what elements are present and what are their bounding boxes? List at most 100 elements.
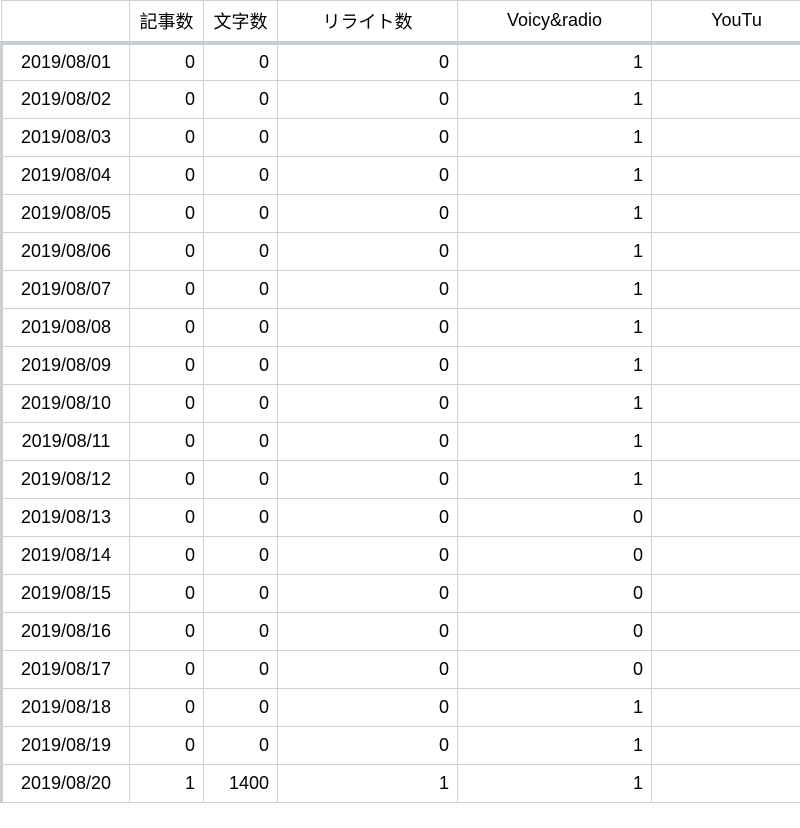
cell-date[interactable]: 2019/08/12	[2, 461, 130, 499]
cell-date[interactable]: 2019/08/14	[2, 537, 130, 575]
cell-youtube[interactable]	[652, 347, 800, 385]
cell-rewrites[interactable]: 0	[278, 119, 458, 157]
cell-date[interactable]: 2019/08/02	[2, 81, 130, 119]
cell-voicy[interactable]: 1	[458, 43, 652, 81]
cell-voicy[interactable]: 0	[458, 537, 652, 575]
cell-voicy[interactable]: 1	[458, 689, 652, 727]
cell-articles[interactable]: 0	[130, 385, 204, 423]
cell-chars[interactable]: 0	[204, 575, 278, 613]
header-date[interactable]	[2, 1, 130, 43]
cell-chars[interactable]: 0	[204, 309, 278, 347]
cell-youtube[interactable]	[652, 689, 800, 727]
cell-rewrites[interactable]: 0	[278, 613, 458, 651]
cell-voicy[interactable]: 1	[458, 81, 652, 119]
cell-voicy[interactable]: 0	[458, 651, 652, 689]
spreadsheet-table[interactable]: 記事数 文字数 リライト数 Voicy&radio YouTu 2019/08/…	[0, 0, 800, 803]
cell-rewrites[interactable]: 0	[278, 651, 458, 689]
cell-rewrites[interactable]: 0	[278, 461, 458, 499]
cell-chars[interactable]: 0	[204, 689, 278, 727]
cell-rewrites[interactable]: 0	[278, 499, 458, 537]
cell-chars[interactable]: 0	[204, 651, 278, 689]
cell-youtube[interactable]	[652, 461, 800, 499]
cell-date[interactable]: 2019/08/17	[2, 651, 130, 689]
cell-date[interactable]: 2019/08/16	[2, 613, 130, 651]
cell-youtube[interactable]	[652, 271, 800, 309]
cell-rewrites[interactable]: 0	[278, 195, 458, 233]
cell-voicy[interactable]: 1	[458, 309, 652, 347]
cell-chars[interactable]: 0	[204, 233, 278, 271]
cell-articles[interactable]: 0	[130, 81, 204, 119]
cell-articles[interactable]: 1	[130, 765, 204, 803]
cell-youtube[interactable]	[652, 309, 800, 347]
cell-date[interactable]: 2019/08/10	[2, 385, 130, 423]
cell-youtube[interactable]	[652, 765, 800, 803]
cell-voicy[interactable]: 1	[458, 347, 652, 385]
cell-voicy[interactable]: 1	[458, 423, 652, 461]
cell-articles[interactable]: 0	[130, 613, 204, 651]
cell-chars[interactable]: 0	[204, 423, 278, 461]
cell-date[interactable]: 2019/08/20	[2, 765, 130, 803]
cell-youtube[interactable]	[652, 651, 800, 689]
cell-rewrites[interactable]: 0	[278, 43, 458, 81]
cell-rewrites[interactable]: 0	[278, 423, 458, 461]
cell-youtube[interactable]	[652, 613, 800, 651]
cell-voicy[interactable]: 1	[458, 461, 652, 499]
cell-date[interactable]: 2019/08/08	[2, 309, 130, 347]
cell-date[interactable]: 2019/08/15	[2, 575, 130, 613]
cell-chars[interactable]: 0	[204, 537, 278, 575]
cell-youtube[interactable]	[652, 537, 800, 575]
cell-articles[interactable]: 0	[130, 119, 204, 157]
cell-articles[interactable]: 0	[130, 499, 204, 537]
cell-date[interactable]: 2019/08/09	[2, 347, 130, 385]
cell-youtube[interactable]	[652, 575, 800, 613]
cell-date[interactable]: 2019/08/05	[2, 195, 130, 233]
cell-chars[interactable]: 0	[204, 461, 278, 499]
cell-rewrites[interactable]: 0	[278, 537, 458, 575]
cell-chars[interactable]: 0	[204, 499, 278, 537]
cell-chars[interactable]: 0	[204, 613, 278, 651]
cell-articles[interactable]: 0	[130, 575, 204, 613]
cell-date[interactable]: 2019/08/03	[2, 119, 130, 157]
cell-rewrites[interactable]: 0	[278, 385, 458, 423]
cell-chars[interactable]: 0	[204, 119, 278, 157]
cell-youtube[interactable]	[652, 499, 800, 537]
cell-youtube[interactable]	[652, 157, 800, 195]
cell-rewrites[interactable]: 1	[278, 765, 458, 803]
cell-articles[interactable]: 0	[130, 347, 204, 385]
cell-voicy[interactable]: 1	[458, 157, 652, 195]
cell-date[interactable]: 2019/08/01	[2, 43, 130, 81]
cell-voicy[interactable]: 0	[458, 613, 652, 651]
cell-articles[interactable]: 0	[130, 423, 204, 461]
cell-rewrites[interactable]: 0	[278, 157, 458, 195]
cell-youtube[interactable]	[652, 81, 800, 119]
cell-rewrites[interactable]: 0	[278, 233, 458, 271]
cell-voicy[interactable]: 1	[458, 765, 652, 803]
cell-rewrites[interactable]: 0	[278, 309, 458, 347]
cell-articles[interactable]: 0	[130, 271, 204, 309]
cell-articles[interactable]: 0	[130, 233, 204, 271]
cell-chars[interactable]: 0	[204, 271, 278, 309]
cell-youtube[interactable]	[652, 233, 800, 271]
cell-articles[interactable]: 0	[130, 461, 204, 499]
header-voicy[interactable]: Voicy&radio	[458, 1, 652, 43]
cell-rewrites[interactable]: 0	[278, 347, 458, 385]
cell-voicy[interactable]: 1	[458, 727, 652, 765]
cell-youtube[interactable]	[652, 43, 800, 81]
cell-articles[interactable]: 0	[130, 727, 204, 765]
cell-rewrites[interactable]: 0	[278, 689, 458, 727]
cell-chars[interactable]: 0	[204, 43, 278, 81]
header-youtube[interactable]: YouTu	[652, 1, 800, 43]
cell-articles[interactable]: 0	[130, 195, 204, 233]
cell-voicy[interactable]: 1	[458, 233, 652, 271]
cell-voicy[interactable]: 1	[458, 271, 652, 309]
cell-date[interactable]: 2019/08/13	[2, 499, 130, 537]
cell-articles[interactable]: 0	[130, 157, 204, 195]
cell-youtube[interactable]	[652, 727, 800, 765]
cell-rewrites[interactable]: 0	[278, 575, 458, 613]
cell-chars[interactable]: 1400	[204, 765, 278, 803]
cell-chars[interactable]: 0	[204, 195, 278, 233]
cell-voicy[interactable]: 1	[458, 195, 652, 233]
header-articles[interactable]: 記事数	[130, 1, 204, 43]
cell-chars[interactable]: 0	[204, 727, 278, 765]
cell-chars[interactable]: 0	[204, 385, 278, 423]
